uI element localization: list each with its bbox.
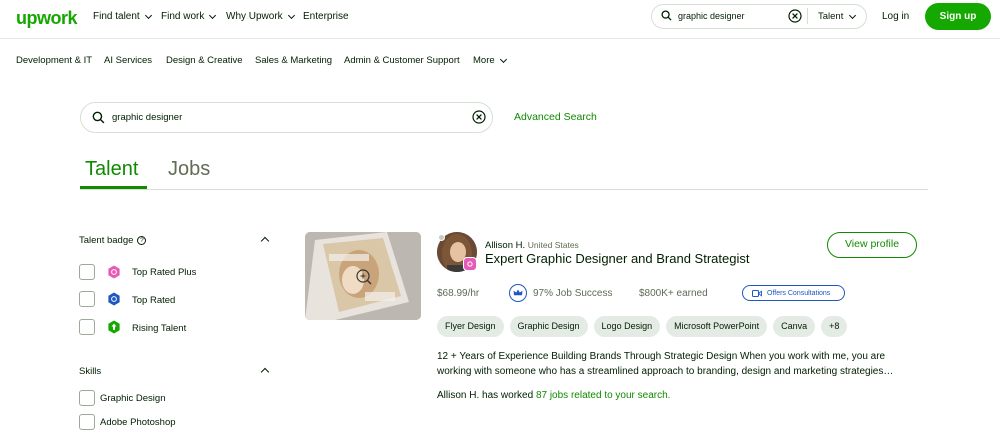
filter-label: Adobe Photoshop xyxy=(100,417,176,428)
category-navigation: Development & IT AI Services Design & Cr… xyxy=(0,38,1000,78)
chevron-up-icon[interactable] xyxy=(260,367,270,377)
freelancer-headline[interactable]: Expert Graphic Designer and Brand Strate… xyxy=(485,251,749,266)
skill-tag[interactable]: Microsoft PowerPoint xyxy=(666,316,768,337)
top-rated-icon xyxy=(108,292,120,306)
video-icon xyxy=(752,289,762,297)
clear-icon[interactable] xyxy=(472,110,486,124)
filter-talent-badge-title[interactable]: Talent badge ? xyxy=(79,235,147,246)
filter-label: Graphic Design xyxy=(100,393,166,404)
nav-why-upwork[interactable]: Why Upwork xyxy=(226,11,295,22)
filter-skills-title[interactable]: Skills xyxy=(79,366,101,377)
tab-talent[interactable]: Talent xyxy=(85,158,138,181)
chevron-down-icon xyxy=(849,11,857,19)
chevron-down-icon xyxy=(287,11,295,19)
chevron-down-icon xyxy=(499,55,507,63)
skill-tag[interactable]: Canva xyxy=(773,316,816,337)
hourly-rate: $68.99/hr xyxy=(437,288,480,299)
top-navigation: upwork Find talent Find work Why Upwork … xyxy=(0,0,1000,35)
skill-tag[interactable]: Logo Design xyxy=(593,316,661,337)
active-tab-indicator xyxy=(80,186,147,189)
help-icon[interactable]: ? xyxy=(137,236,147,245)
chevron-up-icon[interactable] xyxy=(260,236,270,246)
checkbox-top-rated[interactable] xyxy=(79,291,95,307)
more-skills-tag[interactable]: +8 xyxy=(821,316,848,337)
top-rated-plus-icon xyxy=(108,265,120,279)
offers-consultations-badge: Offers Consultations xyxy=(742,285,845,301)
checkbox-skill-graphic-design[interactable] xyxy=(79,390,95,406)
search-icon xyxy=(661,10,672,21)
clear-icon[interactable] xyxy=(788,9,802,23)
nav-enterprise[interactable]: Enterprise xyxy=(303,11,349,22)
main-search-input[interactable]: graphic designer xyxy=(112,112,182,123)
result-tabs: Talent Jobs xyxy=(80,152,928,190)
skill-tags: Flyer Design Graphic Design Logo Design … xyxy=(437,316,848,337)
freelancer-location: United States xyxy=(527,240,579,250)
category-development-it[interactable]: Development & IT xyxy=(16,55,92,66)
divider xyxy=(807,8,808,24)
category-admin-support[interactable]: Admin & Customer Support xyxy=(344,55,460,66)
freelancer-name[interactable]: Allison H. United States xyxy=(485,240,579,251)
signup-button[interactable]: Sign up xyxy=(925,3,991,30)
category-design-creative[interactable]: Design & Creative xyxy=(166,55,243,66)
category-sales-marketing[interactable]: Sales & Marketing xyxy=(255,55,332,66)
category-more[interactable]: More xyxy=(473,55,507,66)
freelancer-description: 12 + Years of Experience Building Brands… xyxy=(437,351,894,377)
top-rated-plus-icon xyxy=(463,257,477,271)
header-search[interactable]: graphic designer Talent xyxy=(651,4,867,29)
chevron-down-icon xyxy=(209,11,217,19)
search-scope-dropdown[interactable]: Talent xyxy=(818,11,857,22)
jobs-worked-summary: Allison H. has worked 87 jobs related to… xyxy=(437,390,671,401)
header-search-input[interactable]: graphic designer xyxy=(678,11,745,21)
crown-icon xyxy=(509,284,527,302)
portfolio-thumbnail[interactable] xyxy=(305,232,421,320)
portfolio-image xyxy=(305,232,421,320)
category-ai-services[interactable]: AI Services xyxy=(104,55,152,66)
upwork-logo[interactable]: upwork xyxy=(16,8,78,29)
skill-tag[interactable]: Graphic Design xyxy=(509,316,588,337)
chevron-down-icon xyxy=(144,11,152,19)
view-profile-button[interactable]: View profile xyxy=(827,232,917,258)
login-link[interactable]: Log in xyxy=(882,11,909,22)
rising-talent-icon xyxy=(108,320,120,334)
checkbox-skill-adobe-photoshop[interactable] xyxy=(79,414,95,430)
main-search-bar[interactable]: graphic designer xyxy=(80,102,493,133)
related-jobs-link[interactable]: 87 jobs related to your search. xyxy=(536,390,671,401)
filter-label: Rising Talent xyxy=(132,323,187,334)
filter-label: Top Rated Plus xyxy=(132,267,197,278)
skill-tag[interactable]: Flyer Design xyxy=(437,316,504,337)
total-earned: $800K+ earned xyxy=(639,288,708,299)
filter-label: Top Rated xyxy=(132,295,176,306)
nav-find-talent[interactable]: Find talent xyxy=(93,11,152,22)
nav-find-work[interactable]: Find work xyxy=(161,11,217,22)
advanced-search-link[interactable]: Advanced Search xyxy=(514,111,597,123)
checkbox-rising-talent[interactable] xyxy=(79,319,95,335)
checkbox-top-rated-plus[interactable] xyxy=(79,264,95,280)
search-icon xyxy=(92,111,105,124)
tab-jobs[interactable]: Jobs xyxy=(168,158,210,181)
job-success: 97% Job Success xyxy=(533,288,613,299)
status-indicator xyxy=(438,234,445,241)
